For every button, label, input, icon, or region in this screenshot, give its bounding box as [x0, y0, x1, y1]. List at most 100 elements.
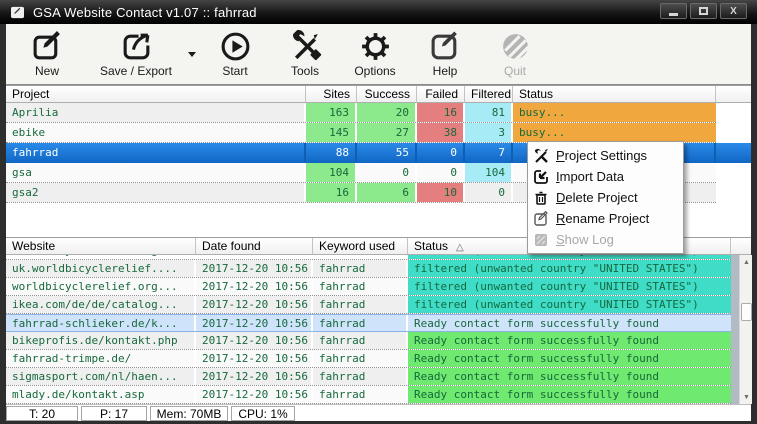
start-button[interactable]: Start	[206, 30, 264, 78]
result-row[interactable]: worldbicyclerelief.org... 2017-12-20 10:…	[6, 278, 731, 296]
options-button[interactable]: Options	[346, 30, 404, 78]
cell-website: fahrrad-schlieker.de/k...	[6, 315, 196, 331]
vertical-scrollbar[interactable]: ▲ ▼	[739, 255, 752, 404]
cell-status: Ready contact form successfully found	[408, 386, 731, 403]
close-button[interactable]: X	[720, 3, 747, 19]
column-header-project[interactable]: Project	[6, 86, 306, 103]
result-row[interactable]: ikea.com/de/de/catalog... 2017-12-20 10:…	[6, 296, 731, 314]
result-row[interactable]: mlady.de/kontakt.asp 2017-12-20 10:56 fa…	[6, 386, 731, 404]
cell-sites: 16	[306, 183, 357, 202]
menu-item-show-log[interactable]: Show Log	[528, 229, 683, 250]
menu-label: elete Project	[565, 190, 637, 205]
column-header-sites[interactable]: Sites	[306, 86, 357, 103]
cell-status: busy...	[513, 103, 716, 122]
trash-icon	[533, 190, 549, 206]
help-button[interactable]: Help	[416, 30, 474, 78]
cell-status: Ready contact form successfully found	[408, 315, 731, 331]
options-icon	[359, 30, 392, 63]
cell-project: ebike	[6, 123, 306, 142]
titlebar: GSA Website Contact v1.07 :: fahrrad X	[0, 0, 757, 24]
cell-status: filtered (unwanted country "UNITED STATE…	[408, 278, 731, 295]
maximize-button[interactable]	[690, 3, 717, 19]
scroll-down-button[interactable]: ▼	[740, 390, 753, 404]
cell-status: Ready contact form successfully found	[408, 332, 731, 349]
cell-status: Ready contact form successfully found	[408, 350, 731, 367]
result-row-selected[interactable]: fahrrad-schlieker.de/k... 2017-12-20 10:…	[6, 314, 731, 332]
cell-filtered: 104	[465, 163, 513, 182]
cell-date-found: 2017-12-20 10:56	[196, 260, 313, 277]
tools-button[interactable]: Tools	[276, 30, 334, 78]
menu-label: how Log	[565, 232, 614, 247]
start-label: Start	[222, 64, 247, 78]
column-header-date-found[interactable]: Date found	[196, 238, 313, 255]
cell-date-found: 2017-12-20 10:56	[196, 350, 313, 367]
cell-status: Ready contact form successfully found	[408, 368, 731, 385]
menu-label: ename Project	[565, 211, 649, 226]
cell-filtered: 3	[465, 123, 513, 142]
new-button[interactable]: New	[18, 30, 76, 78]
projects-header: Project Sites Success Failed Filtered St…	[6, 85, 751, 103]
maximize-icon	[699, 7, 708, 15]
help-label: Help	[433, 64, 458, 78]
column-header-success[interactable]: Success	[357, 86, 417, 103]
quit-button[interactable]: Quit	[486, 30, 544, 78]
cell-keyword: fahrrad	[313, 386, 408, 403]
menu-item-delete-project[interactable]: Delete Project	[528, 187, 683, 208]
project-row-ebike[interactable]: ebike 145 27 38 3 busy...	[6, 123, 716, 143]
scrollbar-thumb[interactable]	[741, 303, 752, 321]
column-header-status[interactable]: Status	[513, 86, 716, 103]
cell-success: 55	[357, 143, 417, 163]
menu-item-import-data[interactable]: Import Data	[528, 166, 683, 187]
statusbar-memory: Mem: 70MB	[150, 406, 228, 421]
quit-label: Quit	[504, 64, 526, 78]
cell-website: sigmasport.com/nl/haen...	[6, 368, 196, 385]
cell-status: busy...	[513, 123, 716, 142]
result-row[interactable]: sigmasport.com/nl/haen... 2017-12-20 10:…	[6, 368, 731, 386]
save-export-button[interactable]: Save / Export	[88, 30, 184, 78]
project-row-aprilia[interactable]: Aprilia 163 20 16 81 busy...	[6, 103, 716, 123]
window-title: GSA Website Contact v1.07 :: fahrrad	[33, 5, 257, 20]
scroll-up-button[interactable]: ▲	[740, 255, 753, 269]
column-header-filtered[interactable]: Filtered	[465, 86, 513, 103]
menu-label: roject Settings	[565, 148, 647, 163]
status-header-label: Status	[414, 239, 448, 253]
quit-icon	[499, 30, 532, 63]
cell-date-found: 2017-12-20 10:56	[196, 368, 313, 385]
cell-filtered: 7	[465, 143, 513, 163]
save-export-label: Save / Export	[100, 64, 172, 78]
save-export-dropdown[interactable]	[184, 34, 200, 74]
cell-keyword: fahrrad	[313, 332, 408, 349]
start-icon	[219, 30, 252, 63]
column-header-failed[interactable]: Failed	[417, 86, 465, 103]
cell-keyword: fahrrad	[313, 296, 408, 313]
column-header-keyword-used[interactable]: Keyword used	[313, 238, 408, 255]
minimize-icon	[669, 13, 678, 16]
menu-accel: D	[556, 190, 565, 205]
cell-filtered: 81	[465, 103, 513, 122]
result-row[interactable]: bikeprofis.de/kontakt.php 2017-12-20 10:…	[6, 332, 731, 350]
cell-failed: 16	[417, 103, 465, 122]
toolbar: New Save / Export Start	[6, 24, 751, 85]
cell-website: worldbicyclerelief.org...	[6, 278, 196, 295]
menu-accel: R	[556, 211, 565, 226]
cell-website: ikea.com/de/de/catalog...	[6, 296, 196, 313]
result-row[interactable]: uk.worldbicyclerelief.... 2017-12-20 10:…	[6, 260, 731, 278]
cell-keyword: fahrrad	[313, 315, 408, 331]
help-icon	[429, 30, 462, 63]
cell-project: Aprilia	[6, 103, 306, 122]
results-table: Website Date found Keyword used Status△ …	[6, 237, 751, 404]
cell-keyword: fahrrad	[313, 260, 408, 277]
cell-date-found: 2017-12-20 10:56	[196, 315, 313, 331]
status-bar: T: 20 P: 17 Mem: 70MB CPU: 1%	[6, 404, 751, 421]
column-header-website[interactable]: Website	[6, 238, 196, 255]
result-row[interactable]: fahrrad-trimpe.de/ 2017-12-20 10:56 fahr…	[6, 350, 731, 368]
statusbar-projects: P: 17	[81, 406, 147, 421]
menu-item-project-settings[interactable]: Project Settings	[528, 145, 683, 166]
cell-sites: 88	[306, 143, 357, 163]
options-label: Options	[354, 64, 395, 78]
cell-date-found: 2017-12-20 10:56	[196, 332, 313, 349]
minimize-button[interactable]	[660, 3, 687, 19]
cell-date-found: 2017-12-20 10:56	[196, 278, 313, 295]
menu-item-rename-project[interactable]: Rename Project	[528, 208, 683, 229]
cell-date-found: 2017-12-20 10:56	[196, 386, 313, 403]
